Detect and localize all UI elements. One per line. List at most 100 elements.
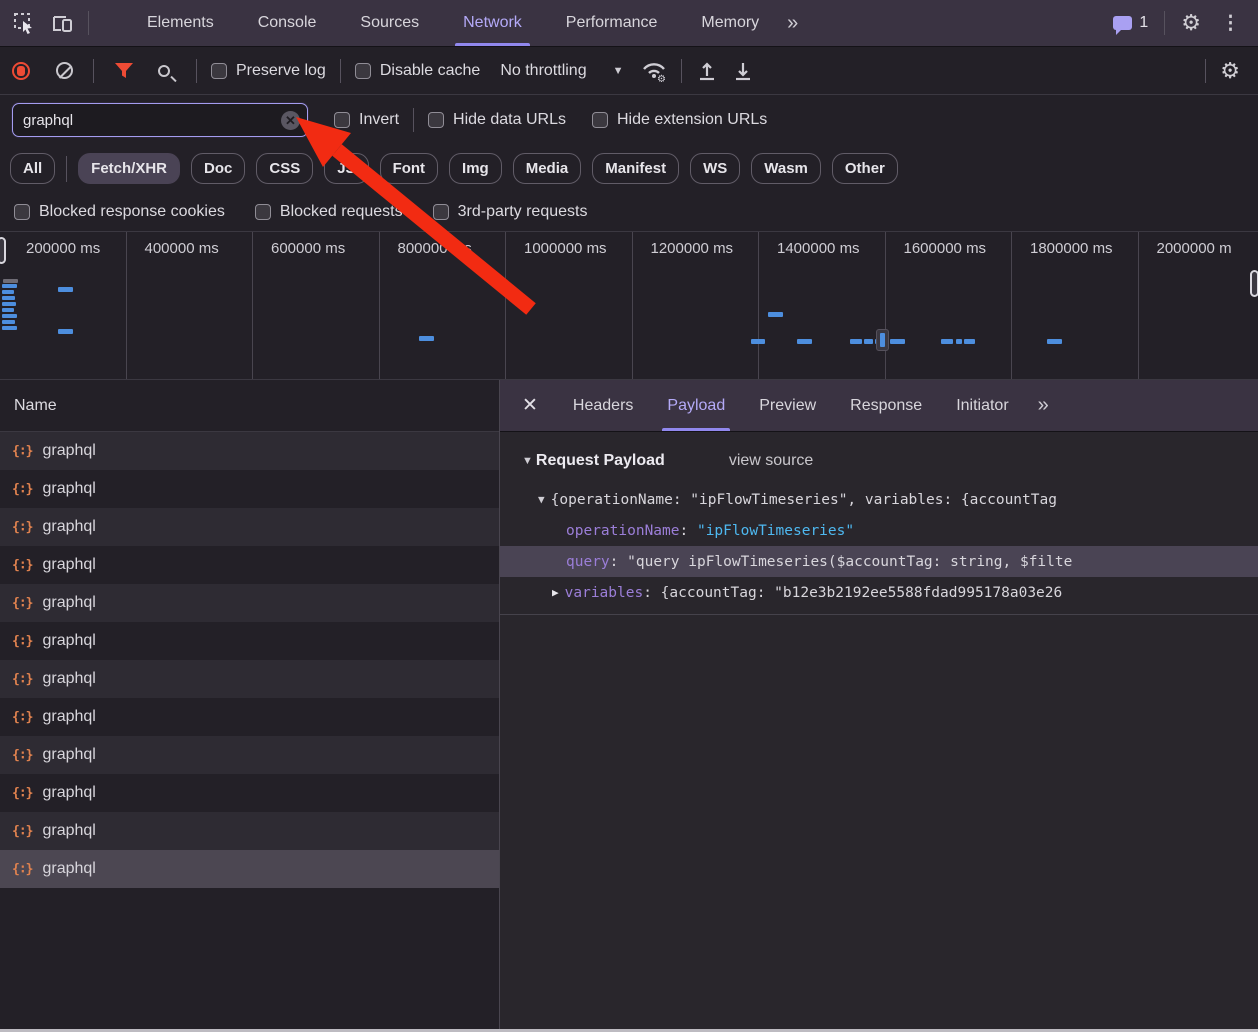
throttling-select[interactable]: No throttling ▼ bbox=[500, 62, 623, 80]
clear-network-log-icon[interactable] bbox=[56, 62, 73, 79]
hide-data-urls-checkbox[interactable]: Hide data URLs bbox=[428, 111, 566, 129]
chevron-down-icon: ▼ bbox=[613, 65, 624, 77]
timeline-handle-left[interactable] bbox=[0, 237, 6, 264]
chip-css[interactable]: CSS bbox=[256, 153, 313, 184]
request-row[interactable]: {∶}graphql bbox=[0, 812, 499, 850]
blocked-requests-checkbox[interactable]: Blocked requests bbox=[255, 203, 403, 221]
checkbox-icon bbox=[355, 63, 371, 79]
fetch-xhr-icon: {∶} bbox=[12, 558, 32, 573]
timeline-request-bar bbox=[797, 339, 812, 344]
request-row[interactable]: {∶}graphql bbox=[0, 622, 499, 660]
timeline-handle-right[interactable] bbox=[1250, 270, 1258, 297]
request-row[interactable]: {∶}graphql bbox=[0, 736, 499, 774]
chip-font[interactable]: Font bbox=[380, 153, 438, 184]
invert-checkbox[interactable]: Invert bbox=[334, 111, 399, 129]
timeline-request-bar bbox=[2, 296, 15, 300]
timeline-request-bar bbox=[2, 326, 17, 330]
tab-network[interactable]: Network bbox=[441, 0, 544, 46]
clear-filter-icon[interactable]: ✕ bbox=[281, 111, 300, 130]
more-tabs-icon[interactable]: » bbox=[781, 12, 801, 35]
tab-performance[interactable]: Performance bbox=[544, 0, 680, 46]
fetch-xhr-icon: {∶} bbox=[12, 634, 32, 649]
chip-doc[interactable]: Doc bbox=[191, 153, 245, 184]
tab-elements[interactable]: Elements bbox=[125, 0, 236, 46]
payload-preview-row[interactable]: ▼{operationName: "ipFlowTimeseries", var… bbox=[500, 484, 1258, 515]
third-party-requests-checkbox[interactable]: 3rd-party requests bbox=[433, 203, 588, 221]
disable-cache-checkbox[interactable]: Disable cache bbox=[355, 62, 481, 80]
timeline-request-bar bbox=[3, 279, 18, 283]
tab-sources[interactable]: Sources bbox=[338, 0, 441, 46]
device-toolbar-icon[interactable] bbox=[50, 12, 74, 34]
hide-extension-urls-checkbox[interactable]: Hide extension URLs bbox=[592, 111, 767, 129]
export-har-icon[interactable] bbox=[732, 60, 754, 82]
view-source-link[interactable]: view source bbox=[729, 452, 813, 470]
divider bbox=[93, 59, 94, 83]
request-row[interactable]: {∶}graphql bbox=[0, 660, 499, 698]
chip-manifest[interactable]: Manifest bbox=[592, 153, 679, 184]
tab-initiator[interactable]: Initiator bbox=[939, 380, 1025, 431]
timeline-request-bar bbox=[964, 339, 975, 344]
kebab-menu-icon[interactable]: ⋮ bbox=[1217, 12, 1244, 35]
chip-fetch-xhr[interactable]: Fetch/XHR bbox=[78, 153, 180, 184]
tab-preview[interactable]: Preview bbox=[742, 380, 833, 431]
issues-counter[interactable]: 1 bbox=[1113, 14, 1148, 32]
settings-gear-icon[interactable]: ⚙ bbox=[1181, 12, 1201, 34]
preserve-log-checkbox[interactable]: Preserve log bbox=[211, 62, 326, 80]
tab-memory[interactable]: Memory bbox=[679, 0, 781, 46]
payload-operation-row[interactable]: operationName: "ipFlowTimeseries" bbox=[500, 515, 1258, 546]
main-tabs: Elements Console Sources Network Perform… bbox=[125, 0, 801, 46]
timeline-tick: 800000 ms bbox=[380, 232, 507, 379]
timeline-request-bar bbox=[58, 329, 73, 334]
network-conditions-icon[interactable]: ⚙ bbox=[641, 60, 667, 82]
request-row[interactable]: {∶}graphql bbox=[0, 698, 499, 736]
request-row[interactable]: {∶}graphql bbox=[0, 774, 499, 812]
request-row-selected[interactable]: {∶}graphql bbox=[0, 850, 499, 888]
network-overview-timeline[interactable]: 200000 ms 400000 ms 600000 ms 800000 ms … bbox=[0, 232, 1258, 380]
tab-response[interactable]: Response bbox=[833, 380, 939, 431]
request-row[interactable]: {∶}graphql bbox=[0, 546, 499, 584]
timeline-request-bar bbox=[768, 312, 783, 317]
blocked-response-cookies-checkbox[interactable]: Blocked response cookies bbox=[14, 203, 225, 221]
network-settings-gear-icon[interactable]: ⚙ bbox=[1220, 60, 1240, 82]
issues-bubble-icon bbox=[1113, 16, 1132, 30]
chip-img[interactable]: Img bbox=[449, 153, 502, 184]
request-list-panel: Name {∶}graphql {∶}graphql {∶}graphql {∶… bbox=[0, 380, 500, 1032]
request-row[interactable]: {∶}graphql bbox=[0, 508, 499, 546]
tab-headers[interactable]: Headers bbox=[556, 380, 650, 431]
record-stop-icon[interactable] bbox=[12, 62, 30, 80]
chip-ws[interactable]: WS bbox=[690, 153, 740, 184]
timeline-request-bar bbox=[890, 339, 905, 344]
tab-payload[interactable]: Payload bbox=[650, 380, 742, 431]
name-column-header[interactable]: Name bbox=[0, 380, 499, 432]
timeline-request-bar bbox=[2, 284, 17, 288]
inspect-element-icon[interactable] bbox=[12, 11, 36, 35]
chip-all[interactable]: All bbox=[10, 153, 55, 184]
chip-media[interactable]: Media bbox=[513, 153, 582, 184]
timeline-tick: 200000 ms bbox=[0, 232, 127, 379]
checkbox-icon bbox=[255, 204, 271, 220]
timeline-request-bar bbox=[2, 302, 16, 306]
close-icon[interactable]: ✕ bbox=[500, 394, 556, 417]
timeline-request-bar bbox=[850, 339, 862, 344]
payload-query-row[interactable]: query: "query ipFlowTimeseries($accountT… bbox=[500, 546, 1258, 577]
collapse-triangle-icon[interactable]: ▼ bbox=[522, 455, 533, 467]
request-row[interactable]: {∶}graphql bbox=[0, 432, 499, 470]
payload-variables-row[interactable]: ▶variables: {accountTag: "b12e3b2192ee55… bbox=[500, 577, 1258, 608]
collapse-triangle-icon[interactable]: ▼ bbox=[538, 493, 545, 506]
import-har-icon[interactable] bbox=[696, 60, 718, 82]
timeline-tick: 600000 ms bbox=[253, 232, 380, 379]
timeline-request-bar bbox=[2, 308, 14, 312]
chip-wasm[interactable]: Wasm bbox=[751, 153, 821, 184]
filter-input[interactable]: graphql ✕ bbox=[12, 103, 308, 137]
filter-funnel-icon[interactable] bbox=[114, 62, 134, 80]
request-row[interactable]: {∶}graphql bbox=[0, 584, 499, 622]
chip-other[interactable]: Other bbox=[832, 153, 898, 184]
more-detail-tabs-icon[interactable]: » bbox=[1032, 394, 1052, 417]
expand-triangle-icon[interactable]: ▶ bbox=[552, 586, 559, 599]
request-payload-title: Request Payload bbox=[536, 452, 665, 470]
extra-filters-row: Blocked response cookies Blocked request… bbox=[0, 192, 1258, 232]
request-row[interactable]: {∶}graphql bbox=[0, 470, 499, 508]
search-icon[interactable] bbox=[158, 65, 170, 77]
tab-console[interactable]: Console bbox=[236, 0, 339, 46]
chip-js[interactable]: JS bbox=[324, 153, 368, 184]
